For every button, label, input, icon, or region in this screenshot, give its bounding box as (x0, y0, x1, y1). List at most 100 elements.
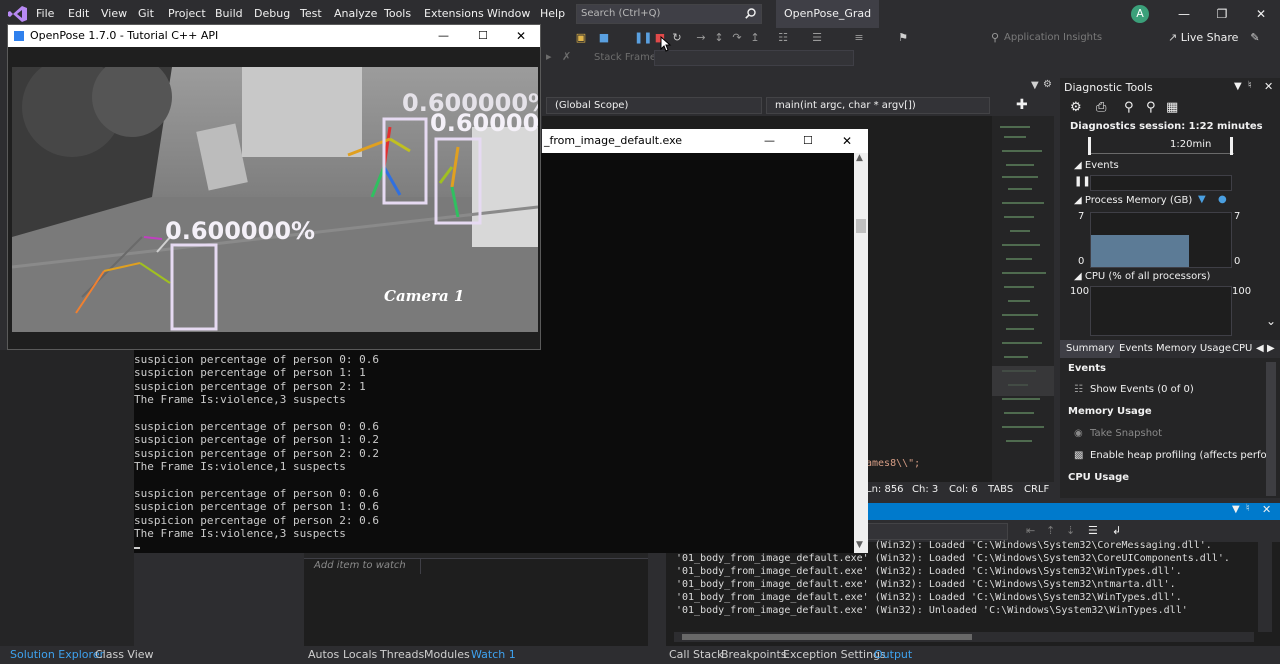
tab-autos[interactable]: Autos (308, 646, 339, 664)
heap-profiling-option[interactable]: Enable heap profiling (affects perfor (1090, 450, 1271, 461)
diag-settings-icon[interactable]: ⚙ (1070, 100, 1082, 115)
live-share-button[interactable]: ↗ Live Share (1168, 28, 1238, 48)
search-box[interactable]: Search (Ctrl+Q) (576, 4, 762, 24)
bookmark-icon[interactable]: ⚑ (896, 31, 910, 45)
output-menu-icon[interactable]: ▼ (1232, 504, 1240, 515)
show-events-link[interactable]: Show Events (0 of 0) (1090, 384, 1194, 395)
tab-memory-usage[interactable]: Memory Usage (1156, 340, 1231, 358)
output-pin-icon[interactable]: ♮ (1246, 503, 1250, 514)
openpose-maximize-icon[interactable]: ☐ (478, 25, 488, 47)
diagnostic-tools-panel: Diagnostic Tools ▼ ♮ ✕ ⚙ ⎙ ⚲ ⚲ ▦ Diagnos… (1060, 78, 1280, 498)
prev-message-icon[interactable]: ⇡ (1046, 524, 1055, 537)
feedback-icon[interactable]: ✎ (1248, 31, 1262, 45)
tab-class-view[interactable]: Class View (95, 646, 154, 664)
tab-modules[interactable]: Modules (424, 646, 470, 664)
threads-icon[interactable]: ☰ (810, 31, 824, 45)
pause-events-icon[interactable]: ❚❚ (1074, 176, 1091, 187)
memory-section-label[interactable]: ◢ Process Memory (GB) (1074, 195, 1192, 206)
restart-icon[interactable]: ↻ (670, 31, 684, 45)
console-scroll-thumb[interactable] (856, 219, 866, 233)
solution-name[interactable]: OpenPose_Grad (776, 0, 880, 28)
panel-menu-icon[interactable]: ▼ (1234, 81, 1242, 92)
events-graph[interactable] (1090, 175, 1232, 191)
tab-solution-explorer[interactable]: Solution Explorer (10, 646, 104, 664)
stack-frame-dropdown[interactable] (654, 50, 854, 66)
scroll-down-icon[interactable]: ⌄ (1266, 314, 1276, 328)
settings-gear-icon[interactable]: ⚙ (1043, 79, 1052, 90)
minimize-icon[interactable]: — (1166, 0, 1202, 28)
tab-scroll-right-icon[interactable]: ▶ (1267, 340, 1275, 358)
screenshot-icon[interactable]: ■ (597, 31, 611, 45)
tab-call-stack[interactable]: Call Stack (669, 646, 723, 664)
tab-overflow-icon[interactable]: ▼ (1031, 80, 1039, 91)
scroll-down-icon[interactable]: ▼ (856, 540, 863, 550)
visual-studio-logo-icon[interactable] (8, 5, 28, 23)
timeline-end-handle[interactable] (1230, 137, 1233, 155)
take-snapshot-button[interactable]: Take Snapshot (1090, 428, 1162, 439)
output-source-dropdown[interactable] (866, 523, 1008, 540)
tab-summary[interactable]: Summary (1060, 340, 1121, 358)
account-avatar[interactable]: A (1131, 5, 1149, 23)
tabs-indicator[interactable]: TABS (988, 482, 1013, 498)
output-hscrollbar[interactable] (674, 632, 1254, 642)
timeline-ruler[interactable] (1088, 139, 1234, 154)
diag-scrollbar[interactable] (1266, 362, 1276, 496)
eol-indicator[interactable]: CRLF (1024, 482, 1049, 498)
output-vscrollbar[interactable] (1258, 542, 1272, 632)
tab-breakpoints[interactable]: Breakpoints (721, 646, 787, 664)
tab-cpu[interactable]: CPU (1232, 340, 1252, 358)
reset-view-icon[interactable]: ▦ (1166, 100, 1178, 115)
tab-watch-1[interactable]: Watch 1 (471, 646, 516, 664)
events-section-label[interactable]: ◢ Events (1074, 160, 1119, 171)
pin-icon[interactable]: ♮ (1248, 80, 1252, 91)
menu-help[interactable]: Help (540, 0, 565, 28)
editor-minimap[interactable] (992, 116, 1054, 484)
memory-graph[interactable] (1090, 212, 1232, 268)
find-message-icon[interactable]: ⇤ (1026, 524, 1035, 537)
zoom-out-icon[interactable]: ⚲ (1146, 100, 1156, 115)
openpose-window[interactable]: OpenPose 1.7.0 - Tutorial C++ API — ☐ ✕ (7, 24, 541, 350)
cpu-section-label[interactable]: ◢ CPU (% of all processors) (1074, 271, 1210, 282)
tab-threads[interactable]: Threads (380, 646, 424, 664)
step-out-icon[interactable]: ↥ (748, 31, 762, 45)
word-wrap-icon[interactable]: ↲ (1112, 524, 1121, 537)
folder-icon[interactable]: ▣ (574, 31, 588, 45)
tab-exception-settings[interactable]: Exception Settings (783, 646, 886, 664)
cpu-graph[interactable] (1090, 286, 1232, 336)
openpose-close-icon[interactable]: ✕ (516, 25, 526, 47)
solution-explorer-panel (0, 350, 134, 646)
tab-events[interactable]: Events (1119, 340, 1153, 358)
tab-scroll-left-icon[interactable]: ◀ (1256, 340, 1264, 358)
openpose-minimize-icon[interactable]: — (438, 25, 449, 47)
output-close-icon[interactable]: ✕ (1262, 503, 1271, 516)
tab-output[interactable]: Output (874, 646, 912, 664)
function-dropdown[interactable]: main(int argc, char * argv[]) (766, 97, 990, 114)
app-insights-icon[interactable]: ⚲ (988, 31, 1002, 45)
hex-icon[interactable]: ☷ (776, 31, 790, 45)
restore-icon[interactable]: ❐ (1204, 0, 1240, 28)
show-next-statement-icon[interactable]: → (694, 31, 708, 45)
console-close-icon[interactable]: ✕ (842, 129, 852, 153)
add-watch-item[interactable]: Add item to watch (314, 560, 406, 571)
clear-all-icon[interactable]: ☰ (1088, 524, 1098, 537)
close-icon[interactable]: ✕ (1243, 0, 1279, 28)
console-minimize-icon[interactable]: — (764, 129, 775, 153)
timeline-start-handle[interactable] (1088, 137, 1091, 155)
console-scrollbar[interactable]: ▲ ▼ (854, 153, 868, 553)
zoom-in-icon[interactable]: ⚲ (1124, 100, 1134, 115)
console-maximize-icon[interactable]: ☐ (803, 129, 813, 153)
export-report-icon[interactable]: ⎙ (1096, 100, 1106, 115)
comment-icon[interactable]: ≡ (852, 31, 866, 45)
tab-locals[interactable]: Locals (343, 646, 377, 664)
scroll-up-icon[interactable]: ▲ (856, 153, 863, 163)
cpu-max-right: 100 (1232, 286, 1252, 297)
step-into-icon[interactable]: ↕ (712, 31, 726, 45)
step-over-icon[interactable]: ↷ (730, 31, 744, 45)
output-hscroll-thumb[interactable] (682, 634, 972, 640)
split-editor-icon[interactable]: ✚ (1016, 97, 1028, 113)
pause-icon[interactable]: ❚❚ (634, 31, 652, 45)
scope-dropdown[interactable]: (Global Scope) (546, 97, 762, 114)
app-insights-label[interactable]: Application Insights (1004, 28, 1102, 48)
close-diag-icon[interactable]: ✕ (1264, 80, 1273, 93)
next-message-icon[interactable]: ⇣ (1066, 524, 1075, 537)
